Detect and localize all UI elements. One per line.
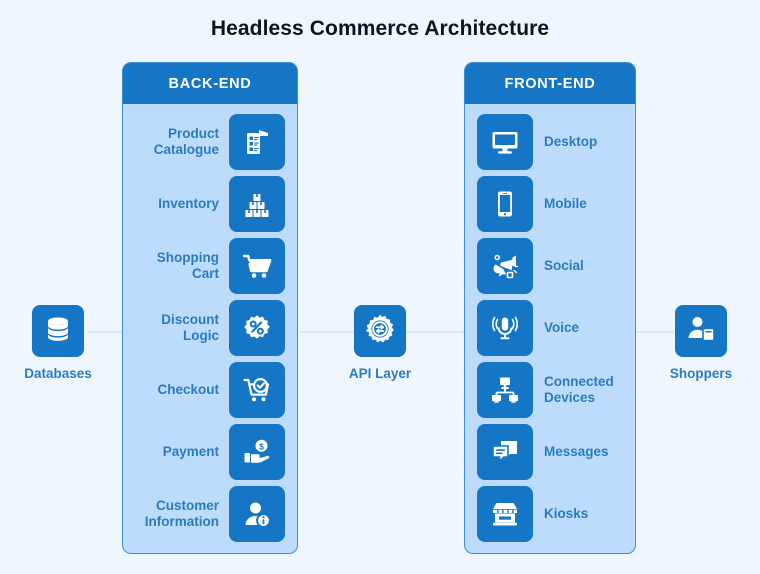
backend-item-label: Inventory xyxy=(158,196,219,212)
monitor-icon xyxy=(490,127,520,157)
hand-money-icon: $ xyxy=(242,437,272,467)
stacked-boxes-icon-tile xyxy=(229,176,285,232)
node-shoppers[interactable]: Shoppers xyxy=(641,305,760,381)
svg-text:$: $ xyxy=(259,441,264,451)
panel-backend-header: BACK-END xyxy=(123,63,297,104)
backend-item-label: Shopping Cart xyxy=(156,250,219,281)
storefront-icon xyxy=(490,499,520,529)
node-databases-label: Databases xyxy=(24,366,92,381)
node-databases[interactable]: Databases xyxy=(0,305,118,381)
frontend-item-label: Voice xyxy=(544,320,580,336)
frontend-item-connected-devices[interactable]: Connected Devices xyxy=(477,362,623,418)
frontend-item-desktop[interactable]: Desktop xyxy=(477,114,623,170)
backend-item-label: Checkout xyxy=(157,382,219,398)
network-devices-icon xyxy=(490,375,520,405)
shopping-cart-icon-tile xyxy=(229,238,285,294)
panel-frontend: FRONT-END Desktop Mobile Social Voice Co… xyxy=(464,62,636,554)
shopper-bag-icon-tile xyxy=(675,305,727,357)
panel-frontend-header: FRONT-END xyxy=(465,63,635,104)
backend-item-customer-information[interactable]: Customer Information xyxy=(135,486,285,542)
backend-item-inventory[interactable]: Inventory xyxy=(135,176,285,232)
cart-check-icon-tile xyxy=(229,362,285,418)
monitor-icon-tile xyxy=(477,114,533,170)
panel-backend: BACK-END Product Catalogue Inventory Sho… xyxy=(122,62,298,554)
storefront-icon-tile xyxy=(477,486,533,542)
gear-exchange-icon xyxy=(364,313,396,350)
frontend-item-mobile[interactable]: Mobile xyxy=(477,176,623,232)
node-api-layer[interactable]: API Layer xyxy=(320,305,440,381)
backend-item-discount-logic[interactable]: Discount Logic xyxy=(135,300,285,356)
frontend-item-social[interactable]: Social xyxy=(477,238,623,294)
megaphone-icon xyxy=(490,251,520,281)
stacked-boxes-icon xyxy=(242,189,272,219)
backend-item-label: Customer Information xyxy=(144,498,219,529)
chat-bubbles-icon xyxy=(490,437,520,467)
shopping-cart-icon xyxy=(241,250,273,282)
frontend-item-label: Connected Devices xyxy=(544,374,614,405)
frontend-item-label: Social xyxy=(544,258,584,274)
backend-item-label: Product Catalogue xyxy=(153,126,219,157)
backend-item-label: Payment xyxy=(162,444,219,460)
shopper-bag-icon xyxy=(686,314,716,349)
backend-item-shopping-cart[interactable]: Shopping Cart xyxy=(135,238,285,294)
database-icon xyxy=(43,314,73,349)
frontend-item-label: Desktop xyxy=(544,134,598,150)
gear-exchange-icon-tile xyxy=(354,305,406,357)
document-list-icon xyxy=(242,127,272,157)
megaphone-icon-tile xyxy=(477,238,533,294)
backend-item-checkout[interactable]: Checkout xyxy=(135,362,285,418)
percent-badge-icon-tile xyxy=(229,300,285,356)
percent-badge-icon xyxy=(242,313,272,343)
diagram-canvas: Headless Commerce Architecture Databases… xyxy=(0,0,760,574)
page-title: Headless Commerce Architecture xyxy=(210,17,550,40)
panel-backend-body: Product Catalogue Inventory Shopping Car… xyxy=(123,104,297,550)
user-info-icon-tile xyxy=(229,486,285,542)
panel-frontend-body: Desktop Mobile Social Voice Connected De… xyxy=(465,104,635,550)
node-api-layer-label: API Layer xyxy=(348,366,412,381)
backend-item-label: Discount Logic xyxy=(161,312,219,343)
microphone-icon xyxy=(490,313,520,343)
node-shoppers-label: Shoppers xyxy=(669,366,733,381)
cart-check-icon xyxy=(241,374,273,406)
frontend-item-label: Mobile xyxy=(544,196,587,212)
microphone-icon-tile xyxy=(477,300,533,356)
hand-money-icon-tile: $ xyxy=(229,424,285,480)
smartphone-icon-tile xyxy=(477,176,533,232)
chat-bubbles-icon-tile xyxy=(477,424,533,480)
network-devices-icon-tile xyxy=(477,362,533,418)
backend-item-product-catalogue[interactable]: Product Catalogue xyxy=(135,114,285,170)
frontend-item-messages[interactable]: Messages xyxy=(477,424,623,480)
user-info-icon xyxy=(242,499,272,529)
frontend-item-kiosks[interactable]: Kiosks xyxy=(477,486,623,542)
backend-item-payment[interactable]: Payment $ xyxy=(135,424,285,480)
frontend-item-voice[interactable]: Voice xyxy=(477,300,623,356)
frontend-item-label: Messages xyxy=(544,444,609,460)
document-list-icon-tile xyxy=(229,114,285,170)
database-icon-tile xyxy=(32,305,84,357)
frontend-item-label: Kiosks xyxy=(544,506,589,522)
smartphone-icon xyxy=(490,189,520,219)
